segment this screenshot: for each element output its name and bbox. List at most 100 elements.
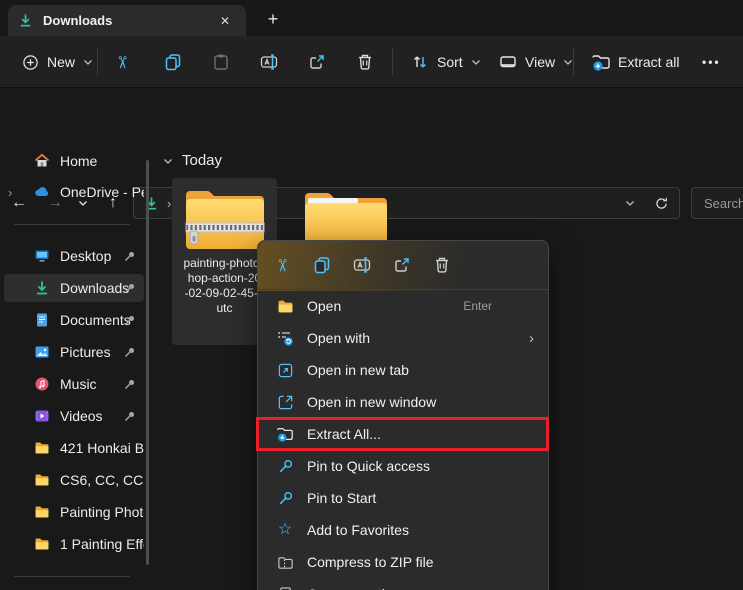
rename-button[interactable] [342, 247, 382, 283]
menu-item-label: Open with [307, 330, 370, 346]
sidebar: Home › OneDrive - Personal Desktop Downl… [0, 140, 152, 590]
collapse-chevron-icon [162, 155, 174, 167]
zipped-folder-icon [183, 185, 267, 253]
share-button[interactable] [382, 247, 422, 283]
rename-button[interactable] [251, 48, 287, 76]
pin-icon [276, 489, 294, 507]
sidebar-item-label: CS6, CC, CC 201 [60, 472, 144, 488]
toolbar-separator [573, 48, 574, 76]
sort-button[interactable]: Sort [402, 48, 490, 76]
new-window-icon [276, 393, 294, 411]
share-button[interactable] [299, 48, 335, 76]
menu-item-label: Extract All... [307, 426, 381, 442]
delete-button[interactable] [422, 247, 462, 283]
music-icon [34, 376, 50, 392]
sidebar-item-music[interactable]: Music [4, 370, 144, 398]
extract-all-icon [276, 425, 294, 443]
title-bar: Downloads ✕ + [0, 0, 743, 36]
menu-item-open-in-new-window[interactable]: Open in new window [258, 386, 548, 418]
new-button-label: New [47, 54, 75, 70]
pin-icon [123, 410, 136, 423]
sidebar-item-onedrive[interactable]: › OneDrive - Personal [4, 178, 144, 206]
see-more-button[interactable]: ••• [694, 48, 729, 76]
trash-icon [433, 256, 451, 274]
sidebar-item-folder[interactable]: CS6, CC, CC 201 [4, 466, 144, 494]
sidebar-item-label: 1 Painting Effect [60, 536, 144, 552]
trash-icon [355, 52, 375, 72]
sidebar-item-folder[interactable]: 421 Honkai Best [4, 434, 144, 462]
extract-all-toolbar-button[interactable]: Extract all [583, 48, 687, 76]
pin-icon [123, 250, 136, 263]
tab-downloads[interactable]: Downloads ✕ [8, 5, 246, 36]
menu-item-copy-as-path[interactable]: Copy as path [258, 578, 548, 590]
downloads-folder-icon [18, 13, 33, 28]
sidebar-item-folder[interactable]: 1 Painting Effect [4, 530, 144, 558]
new-button[interactable]: New [12, 48, 102, 76]
menu-item-label: Compress to ZIP file [307, 554, 434, 570]
menu-item-open-in-new-tab[interactable]: Open in new tab [258, 354, 548, 386]
view-icon [498, 52, 518, 72]
pin-icon [123, 378, 136, 391]
expand-chevron-icon[interactable]: › [8, 185, 12, 200]
sidebar-item-home[interactable]: Home [4, 147, 144, 175]
view-button[interactable]: View [490, 48, 582, 76]
sidebar-item-pictures[interactable]: Pictures [4, 338, 144, 366]
copy-icon [163, 52, 183, 72]
copy-button[interactable] [155, 48, 191, 76]
sidebar-item-label: Documents [60, 312, 131, 328]
documents-icon [34, 312, 50, 328]
menu-item-label: Open [307, 298, 341, 314]
sidebar-divider [14, 576, 130, 577]
sidebar-item-folder[interactable]: Painting Photos [4, 498, 144, 526]
group-header-today[interactable]: Today [162, 152, 222, 169]
toolbar-separator [97, 48, 98, 76]
context-menu: ✂ [257, 240, 549, 590]
cut-button[interactable]: ✂ [107, 48, 137, 76]
sidebar-item-label: Home [60, 153, 97, 169]
sidebar-divider [14, 224, 130, 225]
sidebar-item-downloads[interactable]: Downloads [4, 274, 144, 302]
menu-item-pin-to-start[interactable]: Pin to Start [258, 482, 548, 514]
submenu-chevron-icon: › [529, 330, 534, 347]
menu-item-compress-to-zip[interactable]: Compress to ZIP file [258, 546, 548, 578]
onedrive-cloud-icon [34, 184, 50, 200]
tab-close-icon[interactable]: ✕ [214, 10, 236, 32]
pin-icon [123, 282, 136, 295]
extract-all-button-label: Extract all [618, 54, 679, 70]
view-button-label: View [525, 54, 555, 70]
cut-icon: ✂ [274, 258, 291, 272]
downloads-icon [34, 280, 50, 296]
menu-item-extract-all[interactable]: Extract All... [258, 418, 548, 450]
pictures-icon [34, 344, 50, 360]
menu-item-pin-to-quick-access[interactable]: Pin to Quick access [258, 450, 548, 482]
sidebar-item-label: OneDrive - Personal [60, 184, 144, 200]
menu-item-open-with[interactable]: Open with › [258, 322, 548, 354]
menu-item-label: Pin to Quick access [307, 458, 430, 474]
menu-item-add-to-favorites[interactable]: ☆ Add to Favorites [258, 514, 548, 546]
menu-item-open[interactable]: Open Enter [258, 290, 548, 322]
pin-icon [123, 346, 136, 359]
pin-icon [123, 314, 136, 327]
sidebar-item-label: Videos [60, 408, 103, 424]
sidebar-item-label: 421 Honkai Best [60, 440, 144, 456]
sidebar-item-documents[interactable]: Documents [4, 306, 144, 334]
open-with-icon [276, 329, 294, 347]
toolbar-separator [392, 48, 393, 76]
new-tab-button[interactable]: + [260, 7, 286, 31]
sidebar-item-videos[interactable]: Videos [4, 402, 144, 430]
desktop-icon [34, 248, 50, 264]
copy-icon [313, 256, 331, 274]
videos-icon [34, 408, 50, 424]
sidebar-item-desktop[interactable]: Desktop [4, 242, 144, 270]
cut-button[interactable]: ✂ [262, 247, 302, 283]
sidebar-item-label: Pictures [60, 344, 111, 360]
star-icon: ☆ [276, 521, 294, 539]
share-icon [393, 256, 411, 274]
folder-icon [34, 472, 50, 488]
delete-button[interactable] [347, 48, 383, 76]
copy-button[interactable] [302, 247, 342, 283]
sidebar-scrollbar[interactable] [146, 160, 149, 565]
new-plus-icon [20, 52, 40, 72]
extract-all-icon [591, 52, 611, 72]
paste-button[interactable] [203, 48, 239, 76]
